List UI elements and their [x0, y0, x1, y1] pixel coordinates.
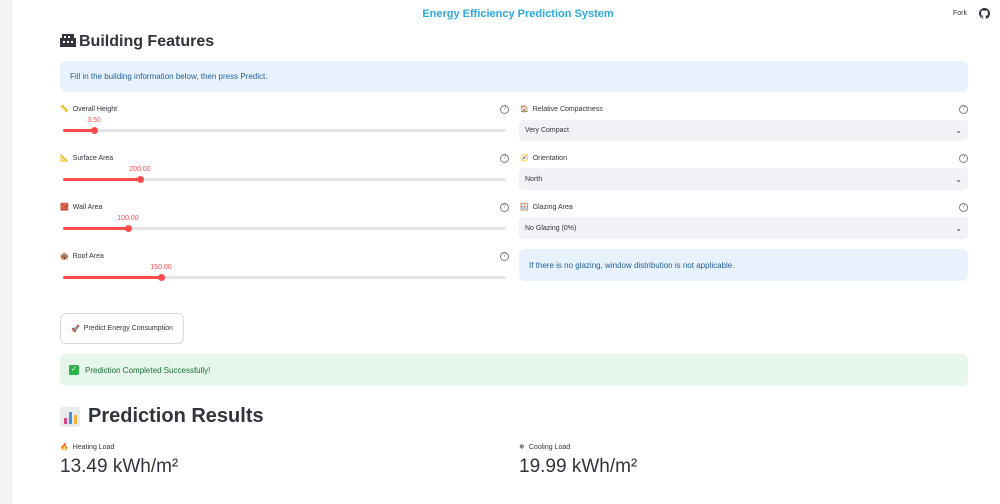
predict-button[interactable]: 🚀 Predict Energy Consumption — [60, 313, 184, 344]
app-title: Energy Efficiency Prediction System — [422, 8, 614, 20]
help-icon[interactable]: ? — [500, 105, 509, 114]
window-icon: 🪟 — [520, 204, 529, 211]
success-alert: ✓ Prediction Completed Successfully! — [60, 354, 968, 386]
help-icon[interactable]: ? — [959, 154, 968, 163]
wall-area-label: 🧱 Wall Area — [60, 203, 103, 212]
slider-thumb[interactable] — [136, 176, 144, 183]
cooling-load-label: ❄ Cooling Load — [519, 443, 571, 452]
instructions-text: Fill in the building information below, … — [70, 72, 268, 81]
glazing-area-select[interactable]: No Glazing (0%) ⌄ — [519, 217, 968, 239]
prediction-results-title: Prediction Results — [88, 405, 264, 427]
relative-compactness-select[interactable]: Very Compact ⌄ — [519, 120, 968, 141]
glazing-note-text: If there is no glazing, window distribut… — [529, 260, 735, 270]
orientation-value: North — [525, 175, 543, 183]
prediction-results-heading: Prediction Results — [60, 405, 264, 428]
chevron-down-icon: ⌄ — [955, 223, 962, 233]
check-icon: ✓ — [69, 365, 79, 375]
triangle-ruler-icon: 📐 — [60, 155, 69, 162]
surface-area-label: 📐 Surface Area — [60, 154, 114, 163]
ruler-icon: 📏 — [60, 106, 69, 113]
roof-area-slider[interactable]: 150.00 — [63, 264, 506, 281]
bar-chart-icon — [60, 406, 80, 427]
help-icon[interactable]: ? — [959, 105, 968, 114]
building-icon — [60, 34, 76, 50]
rocket-icon: 🚀 — [71, 325, 80, 333]
surface-area-value: 200.00 — [129, 166, 151, 173]
overall-height-value: 3.50 — [87, 117, 101, 124]
orientation-label: 🧭 Orientation — [520, 154, 567, 163]
relative-compactness-value: Very Compact — [525, 127, 569, 134]
cooling-load-value: 19.99 kWh/m² — [519, 456, 638, 477]
relative-compactness-label: 🏠 Relative Compactness — [520, 105, 603, 114]
brick-icon: 🧱 — [60, 204, 69, 211]
snowflake-icon: ❄ — [519, 444, 525, 451]
heating-load-label: 🔥 Heating Load — [60, 443, 115, 452]
slider-thumb[interactable] — [90, 127, 98, 134]
glazing-area-label: 🪟 Glazing Area — [520, 203, 573, 212]
slider-thumb[interactable] — [124, 225, 132, 232]
overall-height-slider[interactable]: 3.50 — [63, 117, 506, 134]
help-icon[interactable]: ? — [500, 252, 509, 261]
slider-thumb[interactable] — [157, 274, 165, 281]
github-icon[interactable] — [979, 8, 990, 19]
sidebar-collapsed — [0, 0, 12, 504]
glazing-area-value: No Glazing (0%) — [525, 224, 577, 232]
building-features-heading: Building Features — [60, 33, 214, 51]
chevron-down-icon: ⌄ — [955, 126, 962, 135]
house-icon: 🏠 — [520, 106, 529, 113]
glazing-note-info: If there is no glazing, window distribut… — [519, 249, 968, 281]
fire-icon: 🔥 — [60, 444, 69, 451]
roof-icon: 🛖 — [60, 253, 69, 260]
help-icon[interactable]: ? — [500, 203, 509, 212]
heating-load-value: 13.49 kWh/m² — [60, 456, 179, 477]
orientation-select[interactable]: North ⌄ — [519, 168, 968, 190]
surface-area-slider[interactable]: 200.00 — [63, 166, 506, 183]
fork-link[interactable]: Fork — [953, 10, 967, 17]
predict-button-label: Predict Energy Consumption — [83, 325, 173, 332]
wall-area-value: 100.00 — [117, 215, 139, 222]
instructions-info: Fill in the building information below, … — [60, 61, 968, 92]
success-message: Prediction Completed Successfully! — [85, 365, 211, 375]
wall-area-slider[interactable]: 100.00 — [63, 215, 506, 232]
help-icon[interactable]: ? — [959, 203, 968, 212]
chevron-down-icon: ⌄ — [955, 174, 962, 184]
roof-area-value: 150.00 — [150, 264, 172, 271]
roof-area-label: 🛖 Roof Area — [60, 252, 104, 261]
compass-icon: 🧭 — [520, 155, 529, 162]
building-features-title: Building Features — [79, 33, 215, 50]
overall-height-label: 📏 Overall Height — [60, 105, 118, 114]
help-icon[interactable]: ? — [500, 154, 509, 163]
